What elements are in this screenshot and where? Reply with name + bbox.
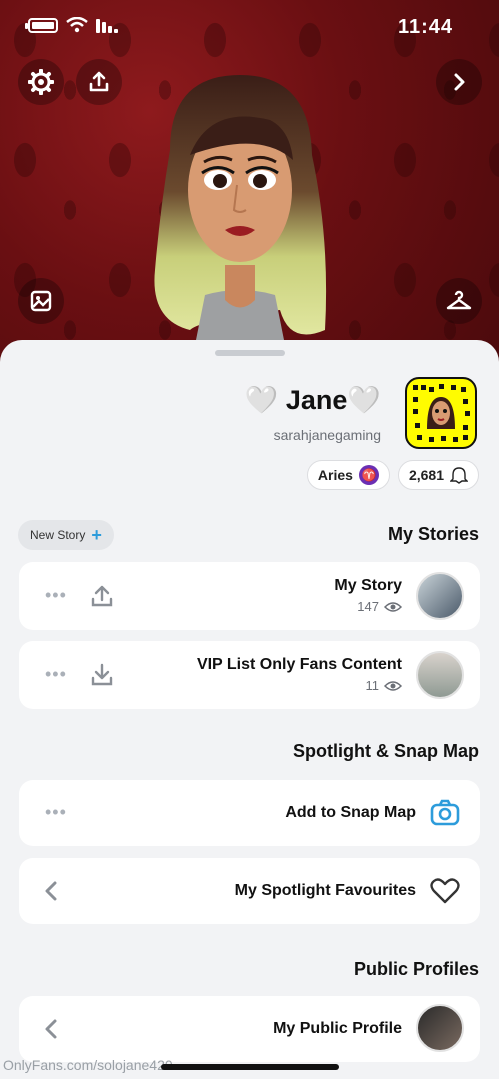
public-profile-thumbnail bbox=[416, 1004, 464, 1052]
chevron-right-icon bbox=[454, 73, 465, 91]
new-story-button[interactable]: New Story + bbox=[18, 520, 114, 550]
section-title-my-stories: My Stories bbox=[387, 524, 479, 544]
story-view-count: 147 bbox=[357, 599, 379, 614]
spotlight-favourites-label: My Spotlight Favourites bbox=[234, 882, 416, 899]
chevron-left-icon bbox=[45, 881, 57, 901]
upload-icon[interactable] bbox=[89, 583, 115, 609]
plus-icon: + bbox=[91, 525, 102, 545]
status-bar: 11:44 bbox=[0, 0, 499, 50]
section-title-spotlight: Spotlight & Snap Map bbox=[293, 741, 479, 761]
eye-icon bbox=[384, 680, 402, 691]
more-options-icon[interactable]: ••• bbox=[45, 585, 67, 606]
wifi-icon bbox=[66, 17, 88, 33]
public-profile-row[interactable]: My Public Profile bbox=[19, 996, 480, 1062]
story-views: 147 bbox=[357, 599, 402, 614]
story-thumbnail bbox=[416, 572, 464, 620]
sheet-grabber[interactable] bbox=[215, 350, 285, 356]
profile-pills: Aries ♈ 2,681 bbox=[306, 460, 479, 490]
story-title: VIP List Only Fans Content bbox=[196, 656, 402, 673]
settings-button[interactable] bbox=[18, 59, 64, 105]
photo-icon bbox=[30, 290, 52, 312]
snapcode-avatar-icon bbox=[413, 384, 470, 442]
story-row-vip-list[interactable]: ••• VIP List Only Fans Content 11 bbox=[19, 641, 480, 709]
share-icon bbox=[89, 71, 109, 92]
username: sarahjanegaming bbox=[273, 427, 381, 443]
ghost-icon bbox=[450, 467, 468, 484]
watermark-text: OnlyFans.com/solojane420 bbox=[3, 1057, 173, 1073]
zodiac-pill[interactable]: Aries ♈ bbox=[306, 460, 390, 490]
public-profile-label: My Public Profile bbox=[273, 1020, 402, 1037]
eye-icon bbox=[384, 601, 402, 612]
snapcode[interactable] bbox=[405, 377, 477, 449]
display-name: 🤍 Jane🤍 bbox=[244, 385, 381, 415]
forward-button[interactable] bbox=[436, 59, 482, 105]
gear-icon bbox=[28, 69, 54, 95]
story-views: 11 bbox=[365, 678, 402, 693]
download-icon[interactable] bbox=[89, 662, 115, 688]
story-title: My Story bbox=[334, 577, 402, 594]
signal-icon bbox=[96, 19, 118, 33]
heart-icon bbox=[430, 878, 460, 904]
profile-header: 11:44 bbox=[0, 0, 499, 370]
status-icons bbox=[25, 17, 118, 33]
snap-map-label: Add to Snap Map bbox=[285, 804, 416, 821]
story-row-my-story[interactable]: ••• My Story 147 bbox=[19, 562, 480, 630]
chevron-left-icon bbox=[45, 1019, 57, 1039]
camera-icon bbox=[430, 799, 460, 826]
snapscore-value: 2,681 bbox=[408, 467, 444, 483]
outfit-button[interactable] bbox=[436, 278, 482, 324]
more-options-icon[interactable]: ••• bbox=[45, 802, 67, 823]
zodiac-label: Aries bbox=[317, 467, 353, 483]
aries-icon: ♈ bbox=[358, 465, 379, 485]
story-thumbnail bbox=[416, 651, 464, 699]
home-indicator[interactable] bbox=[161, 1064, 339, 1070]
bitmoji-avatar bbox=[154, 75, 327, 370]
backdrop-button[interactable] bbox=[18, 278, 64, 324]
profile-sheet: 🤍 Jane🤍 sarahjanegaming Aries ♈ 2,681 My… bbox=[0, 340, 499, 1079]
section-title-public-profiles: Public Profiles bbox=[353, 959, 479, 979]
status-time: 11:44 bbox=[397, 16, 453, 38]
story-view-count: 11 bbox=[365, 678, 380, 693]
snapscore-pill[interactable]: 2,681 bbox=[397, 460, 479, 490]
new-story-label: New Story bbox=[30, 528, 86, 542]
hanger-icon bbox=[446, 290, 472, 310]
spotlight-favourites-row[interactable]: My Spotlight Favourites bbox=[19, 858, 480, 924]
share-profile-button[interactable] bbox=[76, 59, 122, 105]
battery-icon bbox=[25, 17, 58, 33]
add-to-snap-map-row[interactable]: ••• Add to Snap Map bbox=[19, 780, 480, 846]
more-options-icon[interactable]: ••• bbox=[45, 664, 67, 685]
